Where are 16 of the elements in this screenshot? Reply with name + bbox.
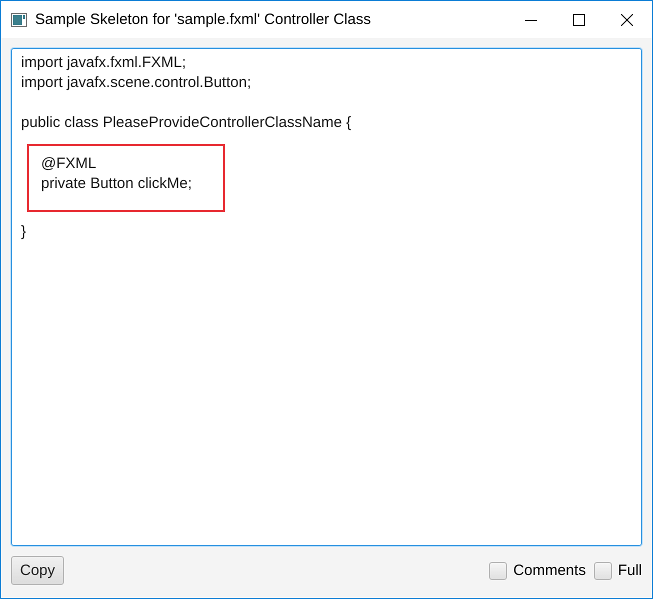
checkbox-label: Full [618,562,642,579]
maximize-icon[interactable] [573,14,585,26]
app-icon [11,12,27,26]
checkbox-label: Comments [513,562,586,579]
code-line: } [21,222,28,242]
checkbox[interactable] [489,562,508,580]
code-line: import javafx.fxml.FXML; [21,53,188,73]
code-line: @FXML [41,154,98,174]
code-line: private Button clickMe; [41,174,193,194]
close-icon[interactable] [621,14,633,26]
code-line: public class PleaseProvideControllerClassName { [21,113,352,133]
code-line: import javafx.scene.control.Button; [21,73,252,93]
window-title: Sample Skeleton for 'sample.fxml' Controller Class [35,11,371,28]
code-text-area[interactable]: import javafx.fxml.FXML; import javafx.scene.control.Button; public class PleaseProvideControllerClassName { @FXML private Button clickMe; } [11,48,642,546]
copy-button[interactable]: Copy [11,556,64,585]
checkbox[interactable] [594,562,612,580]
